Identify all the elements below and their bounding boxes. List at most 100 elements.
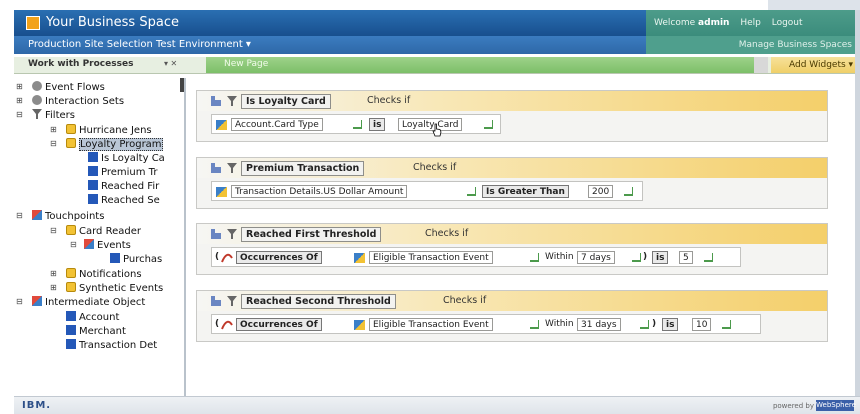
filter-card-header: Reached First Threshold Checks if bbox=[197, 224, 827, 244]
select-icon[interactable] bbox=[211, 96, 221, 106]
operator-field[interactable]: is bbox=[662, 318, 679, 331]
filter-document-icon bbox=[88, 166, 98, 176]
work-with-processes-tab[interactable]: Work with Processes bbox=[28, 59, 133, 69]
select-icon[interactable] bbox=[211, 296, 221, 306]
intermediate-object-icon bbox=[32, 296, 42, 306]
object-document-icon bbox=[66, 311, 76, 321]
collapse-toggle[interactable]: ⊟ bbox=[50, 226, 57, 235]
folder-icon bbox=[66, 225, 76, 235]
event-document-icon bbox=[110, 253, 120, 263]
value-field[interactable]: 10 bbox=[692, 318, 712, 331]
edit-pencil-icon[interactable] bbox=[530, 320, 539, 329]
edit-pencil-icon[interactable] bbox=[632, 253, 641, 262]
page-toolbar: Work with Processes ▾ ✕ New Page Add Wid… bbox=[14, 57, 860, 74]
value-field[interactable]: Loyalty Card bbox=[398, 118, 463, 131]
edit-pencil-icon[interactable] bbox=[722, 320, 731, 329]
tree-item-account[interactable]: Account bbox=[66, 311, 119, 324]
folder-icon bbox=[66, 138, 76, 148]
period-field[interactable]: 31 days bbox=[577, 318, 621, 331]
operator-field[interactable]: is bbox=[652, 251, 669, 264]
tree-item-intermediate-objects[interactable]: Intermediate Object bbox=[32, 296, 145, 309]
folder-icon bbox=[66, 282, 76, 292]
select-icon[interactable] bbox=[211, 163, 221, 173]
edit-pencil-icon[interactable] bbox=[640, 320, 649, 329]
tree-item-purchase[interactable]: Purchas bbox=[110, 253, 162, 266]
tree-item-events[interactable]: Events bbox=[84, 239, 131, 252]
collapse-toggle[interactable]: ⊟ bbox=[16, 110, 23, 119]
filter-name[interactable]: Premium Transaction bbox=[241, 161, 365, 176]
close-paren: ) bbox=[643, 252, 648, 262]
select-icon[interactable] bbox=[211, 229, 221, 239]
attribute-field[interactable]: Account.Card Type bbox=[231, 118, 323, 131]
events-icon bbox=[84, 239, 94, 249]
object-document-icon bbox=[66, 325, 76, 335]
filter-card-header: Premium Transaction Checks if bbox=[197, 158, 827, 178]
expand-toggle[interactable]: ⊞ bbox=[16, 96, 23, 105]
tree-item-interaction-sets[interactable]: Interaction Sets bbox=[32, 95, 124, 108]
filter-card-is-loyalty-card: Is Loyalty Card Checks if Account.Card T… bbox=[196, 90, 828, 142]
help-link[interactable]: Help bbox=[740, 18, 761, 28]
expand-toggle[interactable]: ⊞ bbox=[50, 125, 57, 134]
value-field[interactable]: 200 bbox=[588, 185, 614, 198]
websphere-logo: WebSphere bbox=[816, 400, 856, 411]
tree-item-synthetic-events[interactable]: Synthetic Events bbox=[66, 282, 163, 295]
tree-scrollbar[interactable] bbox=[180, 78, 184, 92]
filter-card-header: Is Loyalty Card Checks if bbox=[197, 91, 827, 111]
edit-page-button[interactable] bbox=[754, 57, 768, 73]
filter-editor: Is Loyalty Card Checks if Account.Card T… bbox=[186, 78, 855, 396]
tree-item-hurricane[interactable]: Hurricane Jens bbox=[66, 124, 152, 137]
tree-item-premium-transaction[interactable]: Premium Tr bbox=[88, 166, 157, 179]
logout-link[interactable]: Logout bbox=[772, 18, 803, 28]
collapse-toggle[interactable]: ⊟ bbox=[70, 240, 77, 249]
filter-card-reached-first-threshold: Reached First Threshold Checks if ( Occu… bbox=[196, 223, 828, 275]
filter-name[interactable]: Reached Second Threshold bbox=[241, 294, 396, 309]
tree-item-is-loyalty-card[interactable]: Is Loyalty Ca bbox=[88, 152, 165, 165]
tree-item-filters[interactable]: Filters bbox=[32, 109, 75, 122]
filter-name[interactable]: Reached First Threshold bbox=[241, 227, 382, 242]
collapse-toggle[interactable]: ⊟ bbox=[16, 211, 23, 220]
filter-icon bbox=[227, 229, 237, 239]
environment-selector[interactable]: Production Site Selection Test Environme… bbox=[28, 39, 251, 50]
period-field[interactable]: 7 days bbox=[577, 251, 615, 264]
filter-icon bbox=[32, 109, 42, 119]
attribute-field[interactable]: Transaction Details.US Dollar Amount bbox=[231, 185, 408, 198]
operator-field[interactable]: is bbox=[369, 118, 386, 131]
collapse-toggle[interactable]: ⊟ bbox=[16, 297, 23, 306]
filter-card-header: Reached Second Threshold Checks if bbox=[197, 291, 827, 311]
event-icon bbox=[354, 253, 365, 263]
operator-field[interactable]: Is Greater Than bbox=[482, 185, 569, 198]
tree-item-loyalty-program[interactable]: Loyalty Program bbox=[66, 138, 163, 151]
tree-item-transaction-details[interactable]: Transaction Det bbox=[66, 339, 157, 352]
tree-item-merchant[interactable]: Merchant bbox=[66, 325, 126, 338]
tree-item-reached-second[interactable]: Reached Se bbox=[88, 194, 160, 207]
edit-pencil-icon[interactable] bbox=[467, 187, 476, 196]
occurrences-function[interactable]: Occurrences Of bbox=[236, 251, 322, 264]
collapse-toggle[interactable]: ⊟ bbox=[50, 139, 57, 148]
tree-item-event-flows[interactable]: Event Flows bbox=[32, 81, 105, 94]
event-flow-icon bbox=[32, 81, 42, 91]
open-paren: ( bbox=[215, 252, 220, 262]
expand-toggle[interactable]: ⊞ bbox=[50, 269, 57, 278]
event-field[interactable]: Eligible Transaction Event bbox=[369, 318, 493, 331]
edit-pencil-icon[interactable] bbox=[530, 253, 539, 262]
edit-pencil-icon[interactable] bbox=[624, 187, 633, 196]
event-field[interactable]: Eligible Transaction Event bbox=[369, 251, 493, 264]
add-widgets-button[interactable]: Add Widgets ▾ bbox=[771, 57, 860, 73]
edit-pencil-icon[interactable] bbox=[704, 253, 713, 262]
edit-pencil-icon[interactable] bbox=[484, 120, 493, 129]
tree-item-touchpoints[interactable]: Touchpoints bbox=[32, 210, 104, 223]
edit-pencil-icon[interactable] bbox=[353, 120, 362, 129]
tab-controls[interactable]: ▾ ✕ bbox=[164, 59, 177, 68]
open-paren: ( bbox=[215, 319, 220, 329]
expand-toggle[interactable]: ⊞ bbox=[50, 283, 57, 292]
expand-toggle[interactable]: ⊞ bbox=[16, 82, 23, 91]
tree-item-reached-first[interactable]: Reached Fir bbox=[88, 180, 159, 193]
folder-icon bbox=[66, 268, 76, 278]
new-page-tab[interactable]: New Page bbox=[206, 57, 754, 73]
occurrences-function[interactable]: Occurrences Of bbox=[236, 318, 322, 331]
tree-item-notifications[interactable]: Notifications bbox=[66, 268, 142, 281]
manage-spaces-link[interactable]: Manage Business Spaces bbox=[646, 36, 860, 54]
tree-item-card-reader[interactable]: Card Reader bbox=[66, 225, 141, 238]
value-field[interactable]: 5 bbox=[679, 251, 693, 264]
filter-name[interactable]: Is Loyalty Card bbox=[241, 94, 331, 109]
